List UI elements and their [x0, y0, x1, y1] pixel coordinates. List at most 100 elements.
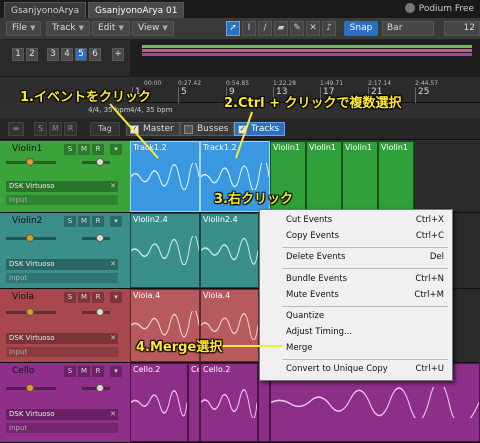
scene-2-button[interactable]: 2	[26, 48, 38, 61]
event[interactable]: Violin2.4	[200, 213, 259, 288]
busses-folder-toggle[interactable]: Busses	[180, 122, 235, 136]
event[interactable]: Ce	[188, 363, 200, 442]
add-scene-button[interactable]: +	[112, 48, 124, 61]
scene-4-button[interactable]: 4	[61, 48, 73, 61]
volume-knob[interactable]	[26, 158, 34, 166]
track-menu-icon[interactable]: ▾	[110, 366, 122, 377]
menu-item-bundle-events[interactable]: Bundle Events Ctrl+N	[286, 274, 446, 286]
close-icon[interactable]: ✕	[110, 181, 116, 192]
menu-item-mute-events[interactable]: Mute Events Ctrl+M	[286, 290, 446, 302]
instrument-slot[interactable]: DSK Virtuoso ✕	[6, 333, 118, 344]
close-icon[interactable]: ✕	[110, 333, 116, 344]
track-lane[interactable]: Track1.2 Track1.2 Violin1 Violin1 Violin…	[130, 141, 480, 213]
view-menu[interactable]: View ▼	[132, 21, 174, 36]
podium-window: GsanjyonoArya GsanjyonoArya 01 Podium Fr…	[0, 0, 480, 443]
solo-button[interactable]: S	[64, 144, 76, 155]
paint-tool-icon[interactable]: ✎	[290, 21, 304, 36]
master-folder-toggle[interactable]: ✓ Master	[126, 122, 180, 136]
split-tool-icon[interactable]: /	[258, 21, 272, 36]
mute-button[interactable]: M	[78, 216, 90, 227]
track-menu-icon[interactable]: ▾	[110, 292, 122, 303]
menu-item-merge[interactable]: Merge	[286, 343, 446, 355]
edit-menu[interactable]: Edit ▼	[92, 21, 130, 36]
scene-6-button[interactable]: 6	[89, 48, 101, 61]
tracks-folder-toggle[interactable]: ✓ Tracks	[234, 122, 286, 136]
pan-knob[interactable]	[96, 384, 104, 392]
global-mute-button[interactable]: M	[49, 122, 62, 136]
empty-lane[interactable]	[414, 141, 480, 212]
solo-button[interactable]: S	[64, 292, 76, 303]
input-select[interactable]: Input	[6, 347, 118, 357]
track-header[interactable]: Violin2 S M R ▾ DSK Virtuoso ✕ Input	[0, 213, 130, 289]
mute-button[interactable]: M	[78, 292, 90, 303]
scene-3-button[interactable]: 3	[47, 48, 59, 61]
record-button[interactable]: R	[92, 216, 104, 227]
input-select[interactable]: Input	[6, 195, 118, 205]
instrument-slot[interactable]: DSK Virtuoso ✕	[6, 409, 118, 420]
global-dropdown-icon[interactable]: ≡	[8, 122, 24, 136]
record-button[interactable]: R	[92, 292, 104, 303]
menu-item-convert-unique[interactable]: Convert to Unique Copy Ctrl+U	[286, 364, 446, 376]
solo-button[interactable]: S	[64, 216, 76, 227]
tempo-marker[interactable]: 4/4, 35 bpm	[88, 106, 131, 114]
track-name[interactable]: Viola	[12, 292, 34, 302]
project-tab-active[interactable]: GsanjyonoArya 01	[88, 2, 185, 18]
scene-1-button[interactable]: 1	[12, 48, 24, 61]
chevron-down-icon: ▼	[118, 24, 124, 32]
mute-button[interactable]: M	[78, 144, 90, 155]
close-icon[interactable]: ✕	[110, 259, 116, 270]
volume-knob[interactable]	[26, 384, 34, 392]
menu-item-quantize[interactable]: Quantize	[286, 311, 446, 323]
record-button[interactable]: R	[92, 144, 104, 155]
event[interactable]: Cello.2	[130, 363, 188, 442]
range-tool-icon[interactable]: I	[242, 21, 256, 36]
scene-5-button[interactable]: 5	[75, 48, 87, 61]
arrow-tool-icon[interactable]: ➚	[226, 21, 240, 36]
value-field[interactable]: 12	[444, 21, 480, 36]
solo-button[interactable]: S	[64, 366, 76, 377]
global-solo-button[interactable]: S	[34, 122, 47, 136]
snap-button[interactable]: Snap	[344, 21, 378, 36]
event[interactable]: Violin1	[306, 141, 342, 212]
close-icon[interactable]: ✕	[110, 409, 116, 420]
eraser-tool-icon[interactable]: ▰	[274, 21, 288, 36]
mute-button[interactable]: M	[78, 366, 90, 377]
event[interactable]: Violin2.4	[130, 213, 200, 288]
tempo-marker[interactable]: 4/4, 35 bpm	[130, 106, 173, 114]
menu-item-delete-events[interactable]: Delete Events Del	[286, 252, 446, 264]
pan-knob[interactable]	[96, 234, 104, 242]
project-tab[interactable]: GsanjyonoArya	[4, 2, 87, 18]
menu-item-adjust-timing[interactable]: Adjust Timing...	[286, 327, 446, 339]
tag-button[interactable]: Tag	[90, 122, 120, 136]
record-button[interactable]: R	[92, 366, 104, 377]
event-selected[interactable]: Track1.2	[130, 141, 200, 212]
instrument-slot[interactable]: DSK Virtuoso ✕	[6, 259, 118, 270]
track-name[interactable]: Cello	[12, 366, 34, 376]
global-record-button[interactable]: R	[64, 122, 77, 136]
event[interactable]: Violin1	[378, 141, 414, 212]
annotation-step1: 1.イベントをクリック	[20, 90, 151, 105]
instrument-slot[interactable]: DSK Virtuoso ✕	[6, 181, 118, 192]
track-name[interactable]: Violin2	[12, 216, 42, 226]
track-menu-icon[interactable]: ▾	[110, 144, 122, 155]
mute-tool-icon[interactable]: ✕	[306, 21, 320, 36]
pan-knob[interactable]	[96, 158, 104, 166]
volume-knob[interactable]	[26, 234, 34, 242]
track-name[interactable]: Violin1	[12, 144, 42, 154]
track-menu[interactable]: Track ▼	[46, 21, 90, 36]
track-menu-icon[interactable]: ▾	[110, 216, 122, 227]
menu-item-cut-events[interactable]: Cut Events Ctrl+X	[286, 215, 446, 227]
track-header[interactable]: Viola S M R ▾ DSK Virtuoso ✕ Input	[0, 289, 130, 363]
file-menu[interactable]: File ▼	[6, 21, 42, 36]
pan-knob[interactable]	[96, 308, 104, 316]
event[interactable]: Cello.2	[200, 363, 258, 442]
track-header[interactable]: Violin1 S M R ▾ DSK Virtuoso ✕ Input	[0, 141, 130, 213]
input-select[interactable]: Input	[6, 273, 118, 283]
menu-item-copy-events[interactable]: Copy Events Ctrl+C	[286, 231, 446, 243]
event[interactable]: Violin1	[342, 141, 378, 212]
listen-tool-icon[interactable]: ♪	[322, 21, 336, 36]
input-select[interactable]: Input	[6, 423, 118, 433]
track-header[interactable]: Cello S M R ▾ DSK Virtuoso ✕ Input	[0, 363, 130, 443]
quantize-select[interactable]: Bar	[382, 21, 434, 36]
volume-knob[interactable]	[26, 308, 34, 316]
